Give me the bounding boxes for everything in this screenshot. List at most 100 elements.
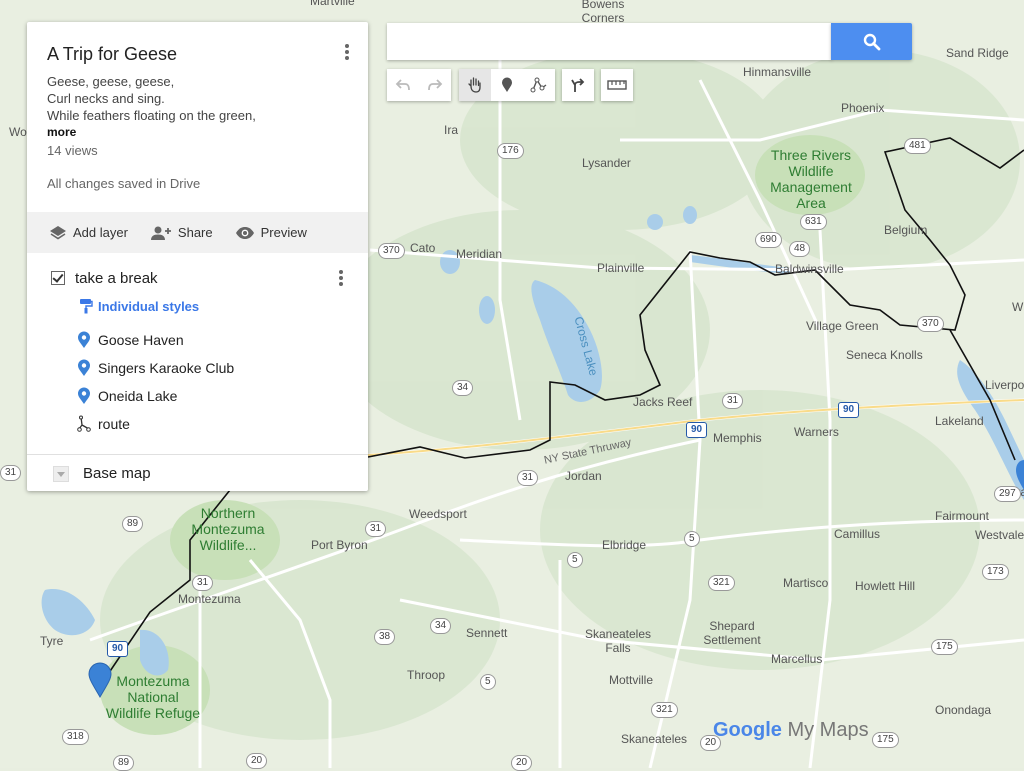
place-label: Liverpool (985, 378, 1024, 392)
place-label: Hinmansville (743, 65, 812, 79)
route-shield: 31 (0, 465, 22, 481)
share-label: Share (177, 225, 213, 240)
base-map-expand-toggle[interactable] (53, 465, 69, 482)
feature-singers-karaoke-club[interactable]: Singers Karaoke Club (27, 354, 368, 382)
map-header: A Trip for Geese Geese, geese, geese, Cu… (27, 22, 368, 234)
pan-tool-button[interactable] (459, 69, 491, 101)
place-label: Howlett Hill (855, 579, 916, 593)
layer-name[interactable]: take a break (75, 270, 158, 287)
route-shield: 176 (497, 143, 524, 159)
map-details-panel: A Trip for Geese Geese, geese, geese, Cu… (27, 22, 368, 491)
route-shield: 321 (708, 575, 735, 591)
base-map-row[interactable]: Base map (27, 454, 368, 492)
feature-oneida-lake[interactable]: Oneida Lake (27, 382, 368, 410)
route-shield: 481 (904, 138, 931, 154)
map-pin-icon (78, 387, 90, 404)
route-shield: 175 (931, 639, 958, 655)
place-label: Skaneateles Falls (584, 627, 652, 655)
more-link[interactable]: more (47, 125, 348, 139)
place-label: Montezuma (178, 592, 241, 606)
add-person-icon (150, 226, 171, 240)
place-label: Wo (9, 125, 27, 139)
layer-options-button[interactable] (336, 268, 346, 288)
place-label: Jordan (565, 469, 602, 483)
layer-visibility-checkbox[interactable] (51, 271, 65, 285)
route-line-icon (77, 415, 91, 432)
map-options-button[interactable] (340, 42, 354, 62)
route-shield: 31 (517, 470, 539, 486)
search-input[interactable] (387, 23, 832, 60)
draw-line-button[interactable] (523, 69, 555, 101)
place-label: Weedsport (409, 507, 467, 521)
paint-roller-icon (80, 299, 93, 314)
place-label: Plainville (597, 261, 645, 275)
route-shield: 173 (982, 564, 1009, 580)
feature-label: route (98, 416, 130, 432)
route-shield: 31 (192, 575, 214, 591)
route-shield: 370 (917, 316, 944, 332)
undo-icon (395, 79, 410, 91)
route-shield: 297 (994, 486, 1021, 502)
interstate-shield: 90 (686, 422, 708, 438)
google-wordmark: Google (713, 719, 782, 741)
directions-icon (571, 78, 585, 92)
route-shield: 370 (378, 243, 405, 259)
directions-button[interactable] (562, 69, 594, 101)
ruler-icon (607, 80, 627, 90)
route-shield: 175 (872, 732, 899, 748)
feature-label: Goose Haven (98, 332, 184, 348)
place-label: Meridian (456, 247, 503, 261)
map-description[interactable]: Geese, geese, geese, Curl necks and sing… (47, 73, 348, 124)
route-shield: 5 (480, 674, 496, 690)
route-shield: 89 (113, 755, 135, 771)
layers-icon (50, 225, 66, 239)
route-shield: 34 (452, 380, 474, 396)
place-label: Baldwinsville (775, 262, 844, 276)
individual-styles-link[interactable]: Individual styles (27, 292, 368, 320)
place-label: Sand Ridge (946, 46, 1009, 60)
redo-button[interactable] (419, 69, 451, 101)
place-label: W (1012, 300, 1024, 314)
park-label: Montezuma National Wildlife Refuge (105, 673, 201, 721)
place-label: Westvale (975, 528, 1024, 542)
more-vert-icon (336, 270, 346, 286)
measure-toolbar (601, 69, 633, 101)
feature-route[interactable]: route (27, 410, 368, 438)
eye-icon (235, 226, 254, 239)
more-vert-icon (340, 44, 354, 60)
layer-take-a-break: take a break Individual styles Goose Hav… (27, 264, 368, 438)
place-label: Throop (407, 668, 446, 682)
route-shield: 20 (511, 755, 533, 771)
place-label: Marcellus (771, 652, 823, 666)
ruler-button[interactable] (601, 69, 633, 101)
place-label: Elbridge (602, 538, 647, 552)
route-shield: 34 (430, 618, 452, 634)
map-title[interactable]: A Trip for Geese (47, 44, 348, 65)
interstate-shield: 90 (107, 641, 129, 657)
place-label: Martville (310, 0, 355, 8)
route-shield: 89 (122, 516, 144, 532)
add-layer-button[interactable]: Add layer (49, 225, 128, 241)
individual-styles-label: Individual styles (98, 298, 200, 314)
route-shield: 48 (789, 241, 811, 257)
place-label: Port Byron (311, 538, 368, 552)
hand-icon (468, 77, 481, 93)
search-button[interactable] (831, 23, 912, 60)
place-label: Skaneateles (621, 732, 688, 746)
park-label: Three Rivers Wildlife Management Area (770, 147, 852, 211)
add-marker-button[interactable] (491, 69, 523, 101)
base-map-label: Base map (83, 465, 151, 482)
place-label: Warners (794, 425, 839, 439)
map-pin-icon (78, 331, 90, 348)
place-label: Mottville (609, 673, 654, 687)
preview-button[interactable]: Preview (235, 225, 307, 240)
place-label: Lysander (582, 156, 631, 170)
draw-toolbar (459, 69, 555, 101)
place-label: Cato (410, 241, 436, 255)
share-button[interactable]: Share (150, 225, 213, 241)
history-toolbar (387, 69, 451, 101)
place-label: Martisco (783, 576, 829, 590)
view-count: 14 views (47, 143, 98, 158)
feature-goose-haven[interactable]: Goose Haven (27, 326, 368, 354)
undo-button[interactable] (387, 69, 419, 101)
